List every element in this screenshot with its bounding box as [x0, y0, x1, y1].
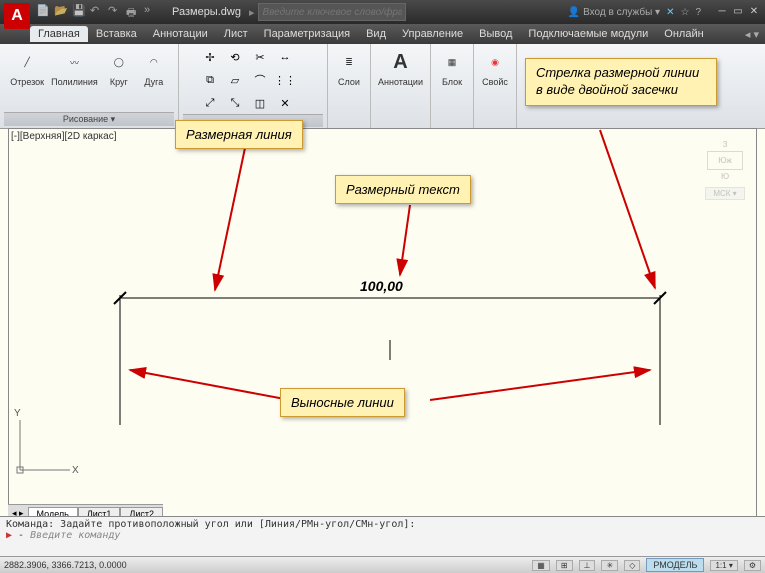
tool-line[interactable]: ╱Отрезок [7, 46, 47, 89]
callout-tick: Стрелка размерной линии в виде двойной з… [525, 58, 717, 106]
tab-plugins[interactable]: Подключаемые модули [520, 26, 656, 42]
sb-scale[interactable]: 1:1 ▾ [710, 560, 737, 571]
panel-draw-label[interactable]: Рисование ▾ [4, 112, 174, 126]
ribbon-tabs: Главная Вставка Аннотации Лист Параметри… [0, 24, 765, 44]
favorite-icon[interactable]: ☆ [680, 7, 689, 18]
help-icon[interactable]: ? [695, 7, 701, 18]
open-icon[interactable]: 📂 [54, 4, 70, 20]
tab-insert[interactable]: Вставка [88, 26, 145, 42]
sb-osnap[interactable]: ◇ [624, 560, 640, 571]
print-icon[interactable]: 🖶 [126, 4, 142, 20]
scale-icon[interactable]: ⤡ [223, 92, 247, 114]
sb-model[interactable]: РМОДЕЛЬ [646, 558, 704, 572]
panel-block: ▦Блок [431, 44, 474, 128]
app-logo[interactable]: A [4, 3, 30, 29]
dimension-text: 100,00 [360, 278, 403, 294]
trim-icon[interactable]: ✂ [248, 46, 272, 68]
signin-link[interactable]: 👤 Вход в службы ▾ [568, 7, 660, 18]
tool-block[interactable]: ▦Блок [435, 46, 469, 89]
wcs-dropdown[interactable]: МСК ▾ [705, 187, 745, 200]
tab-sheet[interactable]: Лист [216, 26, 256, 42]
rotate-icon[interactable]: ⟲ [223, 46, 247, 68]
sb-snap[interactable]: ▦ [532, 560, 550, 571]
tool-props[interactable]: ◉Свойс [478, 46, 512, 89]
more-icon[interactable]: » [144, 4, 160, 20]
sb-settings[interactable]: ⚙ [744, 560, 761, 571]
tab-view[interactable]: Вид [358, 26, 394, 42]
array-icon[interactable]: ⋮⋮ [273, 69, 297, 91]
callout-dimtext: Размерный текст [335, 175, 471, 204]
panel-props: ◉Свойс [474, 44, 517, 128]
viewport-label[interactable]: [-][Верхняя][2D каркас] [11, 131, 116, 142]
extend-icon[interactable]: ↔ [273, 46, 297, 68]
callout-dimline: Размерная линия [175, 120, 303, 149]
command-prompt: Введите команду [30, 530, 120, 541]
minimize-button[interactable]: ─ [715, 6, 729, 18]
status-bar: 2882.3906, 3366.7213, 0.0000 ▦ ⊞ ⊥ ✳ ◇ Р… [0, 556, 765, 573]
command-line[interactable]: Команда: Задайте противоположный угол ил… [0, 516, 765, 557]
tab-output[interactable]: Вывод [471, 26, 520, 42]
tab-anno[interactable]: Аннотации [145, 26, 216, 42]
command-history: Команда: Задайте противоположный угол ил… [6, 519, 759, 530]
panel-modify: ✢ ⟲ ✂ ↔ ⧉ ▱ ⌒ ⋮⋮ ⤢ ⤡ ◫ ✕ [179, 44, 328, 128]
tab-manage[interactable]: Управление [394, 26, 471, 42]
close-button[interactable]: ✕ [747, 6, 761, 18]
coords-display: 2882.3906, 3366.7213, 0.0000 [4, 560, 127, 570]
erase-icon[interactable]: ✕ [273, 92, 297, 114]
sb-polar[interactable]: ✳ [601, 560, 618, 571]
tab-param[interactable]: Параметризация [256, 26, 358, 42]
new-icon[interactable]: 📄 [36, 4, 52, 20]
offset-icon[interactable]: ◫ [248, 92, 272, 114]
undo-icon[interactable]: ↶ [90, 4, 106, 20]
search-input[interactable] [258, 3, 406, 21]
save-icon[interactable]: 💾 [72, 4, 88, 20]
copy-icon[interactable]: ⧉ [198, 69, 222, 91]
tab-online[interactable]: Онлайн [656, 26, 711, 42]
tool-polyline[interactable]: 〰Полилиния [48, 46, 101, 89]
tool-arc[interactable]: ◠Дуга [137, 46, 171, 89]
tool-layers[interactable]: ≣Слои [332, 46, 366, 89]
stretch-icon[interactable]: ⤢ [198, 92, 222, 114]
tool-circle[interactable]: ◯Круг [102, 46, 136, 89]
redo-icon[interactable]: ↷ [108, 4, 124, 20]
ribbon-collapse-icon[interactable]: ◂ ▾ [745, 28, 759, 41]
move-icon[interactable]: ✢ [198, 46, 222, 68]
maximize-button[interactable]: ▭ [731, 6, 745, 18]
exchange-icon[interactable]: ✕ [666, 7, 674, 18]
tab-home[interactable]: Главная [30, 26, 88, 42]
tool-anno[interactable]: AАннотации [375, 46, 426, 89]
fillet-icon[interactable]: ⌒ [248, 69, 272, 91]
mirror-icon[interactable]: ▱ [223, 69, 247, 91]
callout-extlines: Выносные линии [280, 388, 405, 417]
panel-anno: AАннотации [371, 44, 431, 128]
sb-ortho[interactable]: ⊥ [579, 560, 596, 571]
panel-draw: ╱Отрезок 〰Полилиния ◯Круг ◠Дуга Рисовани… [0, 44, 179, 128]
doc-title: Размеры.dwg [172, 6, 241, 18]
panel-layers: ≣Слои [328, 44, 371, 128]
sb-grid[interactable]: ⊞ [556, 560, 573, 571]
view-cube[interactable]: З Юж Ю МСК ▾ [705, 140, 745, 200]
